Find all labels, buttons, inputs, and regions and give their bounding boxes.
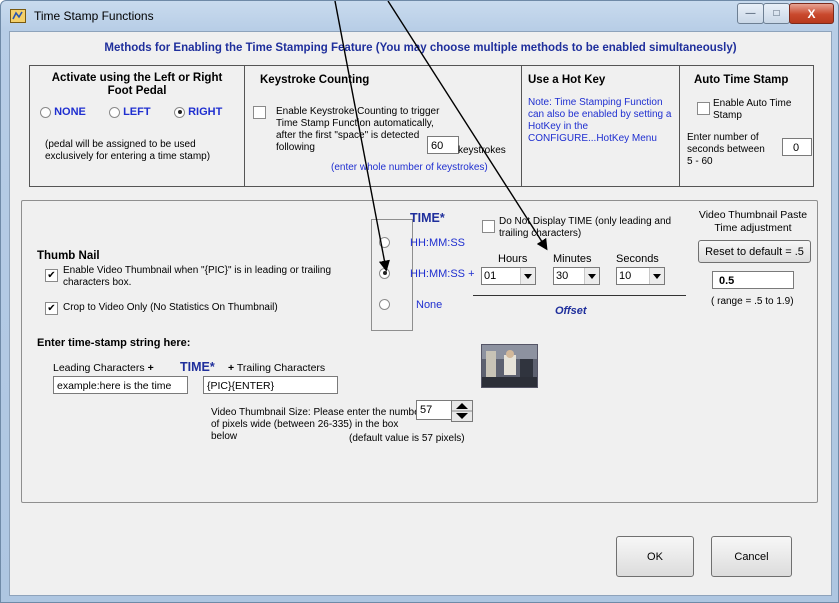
app-icon (10, 9, 26, 23)
video-thumbnail-image (481, 344, 538, 388)
trailing-characters-input[interactable]: {PIC}{ENTER} (203, 376, 338, 394)
seconds-select[interactable]: 10 (616, 267, 665, 285)
spinner-arrows-icon (452, 403, 472, 419)
time-marker: TIME* (180, 360, 215, 374)
radio-selected-icon (174, 106, 185, 118)
size-spinner[interactable] (451, 400, 473, 422)
cancel-button[interactable]: Cancel (711, 536, 792, 577)
maximize-button[interactable]: □ (763, 3, 790, 24)
crop-label: Crop to Video Only (No Statistics On Thu… (63, 302, 278, 313)
keystroke-checkbox[interactable] (253, 106, 266, 119)
pedal-option-none[interactable]: NONE (40, 106, 86, 118)
settings-panel: Thumb Nail ✔ Enable Video Thumbnail when… (21, 200, 818, 503)
time-option-2[interactable] (379, 267, 390, 279)
paste-adjust-title: Video Thumbnail Paste Time adjustment (698, 209, 808, 234)
radio-icon (379, 298, 390, 310)
paste-adjust-range: ( range = .5 to 1.9) (711, 296, 794, 307)
time-format-hhmmss: HH:MM:SS (410, 237, 465, 249)
thumbnail-size-input[interactable]: 57 (416, 400, 452, 420)
dialog-client: Methods for Enabling the Time Stamping F… (9, 31, 832, 596)
pedal-option-right[interactable]: RIGHT (174, 106, 222, 118)
close-button[interactable]: X (789, 3, 834, 24)
minutes-select[interactable]: 30 (553, 267, 600, 285)
auto-seconds-input[interactable]: 0 (782, 138, 812, 156)
chevron-down-icon (520, 268, 535, 284)
offset-label: Offset (555, 305, 587, 317)
time-option-3[interactable] (379, 298, 390, 310)
minutes-label: Minutes (553, 253, 592, 265)
auto-checkbox[interactable] (697, 102, 710, 115)
stamp-heading: Enter time-stamp string here: (37, 337, 191, 349)
auto-seconds-label: Enter number of seconds between 5 - 60 (687, 132, 765, 167)
pedal-option-left[interactable]: LEFT (109, 106, 151, 118)
minimize-icon: — (745, 8, 756, 19)
crop-checkbox[interactable]: ✔ (45, 302, 58, 315)
divider (679, 66, 680, 186)
time-format-none: None (416, 299, 443, 311)
pedal-heading: Activate using the Left or Right Foot Pe… (51, 72, 223, 97)
pedal-note: (pedal will be assigned to be used exclu… (45, 139, 211, 162)
chevron-down-icon (584, 268, 599, 284)
keystroke-unit: keystrokes (458, 145, 506, 156)
maximize-icon: □ (773, 8, 780, 19)
seconds-label: Seconds (616, 253, 659, 265)
hours-select[interactable]: 01 (481, 267, 536, 285)
title-bar: Time Stamp Functions — □ X (1, 1, 838, 31)
leading-characters-input[interactable]: example:here is the time (53, 376, 188, 394)
time-heading: TIME* (410, 211, 445, 225)
paste-adjust-input[interactable]: 0.5 (712, 271, 794, 289)
enable-thumbnail-label: Enable Video Thumbnail when "{PIC}" is i… (63, 265, 332, 288)
no-display-time-checkbox[interactable] (482, 220, 495, 233)
auto-label: Enable Auto Time Stamp (713, 98, 792, 121)
no-display-time-label: Do Not Display TIME (only leading and tr… (499, 216, 672, 239)
dialog-window: Time Stamp Functions — □ X Methods for E… (0, 0, 839, 603)
thumbnail-size-default: (default value is 57 pixels) (349, 433, 465, 444)
hotkey-heading: Use a Hot Key (528, 74, 606, 86)
keystroke-heading: Keystroke Counting (260, 74, 370, 86)
leading-label: Leading Characters + (53, 362, 154, 374)
trailing-label: + Trailing Characters (228, 362, 326, 374)
close-icon: X (807, 6, 816, 21)
time-format-group (371, 219, 413, 331)
thumbnail-picture (482, 345, 537, 387)
radio-icon (109, 106, 120, 118)
keystroke-hint: (enter whole number of keystrokes) (331, 162, 488, 173)
time-format-hhmmss-offset: HH:MM:SS + (410, 268, 475, 280)
window-title: Time Stamp Functions (34, 9, 154, 23)
offset-divider (473, 295, 686, 296)
chevron-down-icon (649, 268, 664, 284)
methods-header: Methods for Enabling the Time Stamping F… (104, 42, 737, 54)
divider (521, 66, 522, 186)
reset-default-button[interactable]: Reset to default = .5 (698, 240, 811, 263)
hours-label: Hours (498, 253, 528, 265)
divider (244, 66, 245, 186)
methods-box: Activate using the Left or Right Foot Pe… (29, 65, 814, 187)
minimize-button[interactable]: — (737, 3, 764, 24)
auto-heading: Auto Time Stamp (694, 74, 789, 86)
enable-thumbnail-checkbox[interactable]: ✔ (45, 269, 58, 282)
radio-icon (379, 236, 390, 248)
radio-selected-icon (379, 267, 390, 279)
keystroke-count-input[interactable]: 60 (427, 136, 459, 154)
thumbnail-heading: Thumb Nail (37, 250, 100, 262)
hotkey-note: Note: Time Stamping Function can also be… (528, 97, 672, 144)
time-option-1[interactable] (379, 236, 390, 248)
ok-button[interactable]: OK (616, 536, 694, 577)
radio-icon (40, 106, 51, 118)
